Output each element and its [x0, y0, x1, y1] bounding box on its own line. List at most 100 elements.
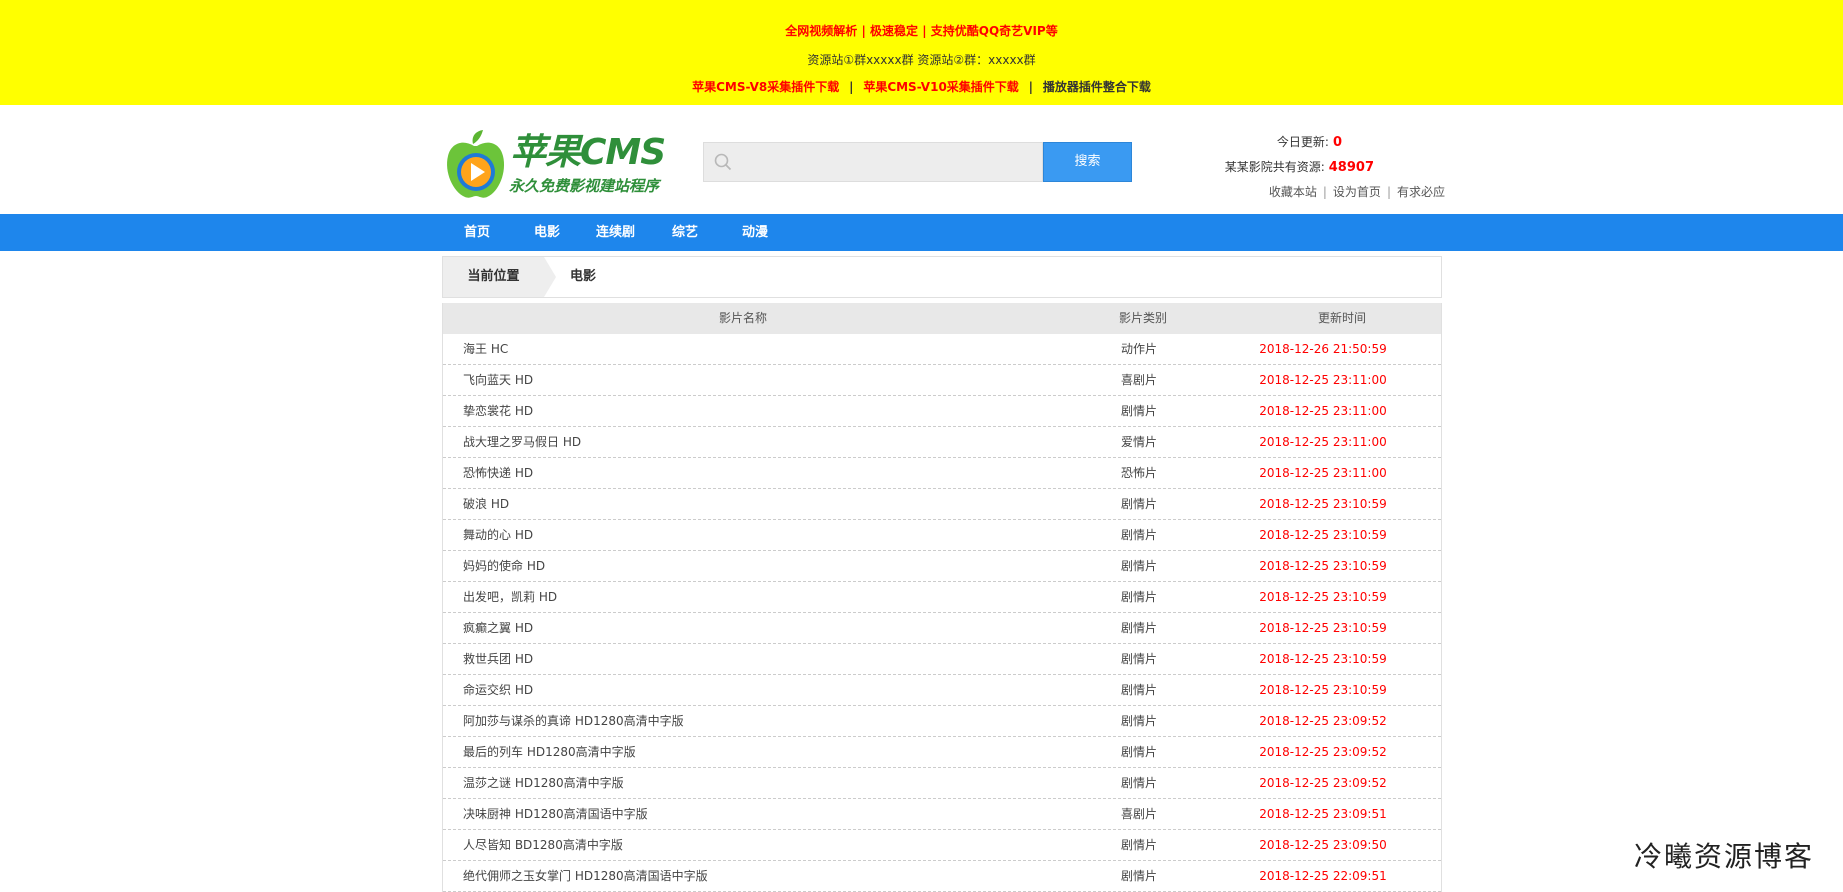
movie-title-link[interactable]: 阿加莎与谋杀的真谛 HD1280高清中字版	[463, 706, 684, 737]
nav-item-home[interactable]: 首页	[464, 214, 490, 251]
update-time: 2018-12-26 21:50:59	[1259, 342, 1387, 356]
download-v10-link[interactable]: 苹果CMS-V10采集插件下载	[863, 80, 1019, 94]
link-separator: |	[849, 80, 854, 94]
movie-category: 动作片	[1120, 342, 1157, 356]
table-row: 决味厨神 HD1280高清国语中字版 喜剧片 2018-12-25 23:09:51	[443, 799, 1441, 830]
movie-title-link[interactable]: 绝代佣师之玉女掌门 HD1280高清国语中字版	[463, 861, 708, 892]
table-row: 救世兵团 HD 剧情片 2018-12-25 23:10:59	[443, 644, 1441, 675]
search-input[interactable]	[740, 149, 1039, 177]
update-time: 2018-12-25 23:09:52	[1259, 745, 1387, 759]
today-label: 今日更新:	[1276, 135, 1329, 149]
set-homepage-link[interactable]: 设为首页	[1333, 185, 1381, 199]
bookmark-link[interactable]: 收藏本站	[1269, 185, 1317, 199]
table-row: 命运交织 HD 剧情片 2018-12-25 23:10:59	[443, 675, 1441, 706]
search-box	[703, 142, 1043, 182]
table-row: 挚恋裳花 HD 剧情片 2018-12-25 23:11:00	[443, 396, 1441, 427]
movie-category: 剧情片	[1120, 683, 1157, 697]
quick-links: 收藏本站 | 设为首页 | 有求必应	[1268, 185, 1445, 199]
top-banner: 全网视频解析 | 极速稳定 | 支持优酷QQ奇艺VIP等 资源站①群xxxxx群…	[0, 0, 1843, 105]
update-time: 2018-12-25 23:11:00	[1259, 435, 1387, 449]
movie-title-link[interactable]: 出发吧，凯莉 HD	[463, 582, 557, 613]
nav-item-series[interactable]: 连续剧	[596, 214, 635, 251]
movie-title-link[interactable]: 妈妈的使命 HD	[463, 551, 545, 582]
update-time: 2018-12-25 23:10:59	[1259, 621, 1387, 635]
site-logo[interactable]: 苹果CMS 永久免费影视建站程序	[443, 130, 683, 202]
movie-category: 剧情片	[1120, 838, 1157, 852]
update-time: 2018-12-25 23:09:52	[1259, 714, 1387, 728]
movie-title-link[interactable]: 人尽皆知 BD1280高清中字版	[463, 830, 623, 861]
movie-title-link[interactable]: 舞动的心 HD	[463, 520, 533, 551]
movie-title-link[interactable]: 命运交织 HD	[463, 675, 533, 706]
movie-title-link[interactable]: 挚恋裳花 HD	[463, 396, 533, 427]
table-row: 疯癫之翼 HD 剧情片 2018-12-25 23:10:59	[443, 613, 1441, 644]
movie-category: 剧情片	[1120, 621, 1157, 635]
movie-category: 剧情片	[1120, 404, 1157, 418]
update-time: 2018-12-25 23:10:59	[1259, 652, 1387, 666]
total-resources: 某某影院共有资源: 48907	[1200, 157, 1445, 182]
watermark: 冷曦资源博客	[1634, 840, 1815, 873]
logo-title: 苹果CMS	[510, 132, 666, 173]
table-row: 海王 HC 动作片 2018-12-26 21:50:59	[443, 334, 1441, 365]
movie-title-link[interactable]: 救世兵团 HD	[463, 644, 533, 675]
total-label: 某某影院共有资源:	[1224, 160, 1325, 174]
today-updates: 今日更新: 0	[1200, 132, 1445, 157]
table-row: 舞动的心 HD 剧情片 2018-12-25 23:10:59	[443, 520, 1441, 551]
banner-headline: 全网视频解析 | 极速稳定 | 支持优酷QQ奇艺VIP等	[785, 24, 1058, 38]
player-plugin-link[interactable]: 播放器插件整合下载	[1043, 80, 1151, 94]
search-button[interactable]: 搜索	[1043, 142, 1132, 182]
nav-item-anime[interactable]: 动漫	[742, 214, 768, 251]
update-time: 2018-12-25 23:11:00	[1259, 466, 1387, 480]
banner-group-info: 资源站①群xxxxx群 资源站②群：xxxxx群	[807, 53, 1036, 67]
table-row: 恐怖快递 HD 恐怖片 2018-12-25 23:11:00	[443, 458, 1441, 489]
movie-category: 剧情片	[1120, 528, 1157, 542]
table-row: 战大理之罗马假日 HD 爱情片 2018-12-25 23:11:00	[443, 427, 1441, 458]
movie-title-link[interactable]: 决味厨神 HD1280高清国语中字版	[463, 799, 648, 830]
movie-title-link[interactable]: 海王 HC	[463, 334, 508, 365]
table-header: 影片名称 影片类别 更新时间	[443, 303, 1441, 334]
update-time: 2018-12-25 23:10:59	[1259, 590, 1387, 604]
movie-title-link[interactable]: 恐怖快递 HD	[463, 458, 533, 489]
download-v8-link[interactable]: 苹果CMS-V8采集插件下载	[692, 80, 839, 94]
table-row: 出发吧，凯莉 HD 剧情片 2018-12-25 23:10:59	[443, 582, 1441, 613]
movie-title-link[interactable]: 温莎之谜 HD1280高清中字版	[463, 768, 624, 799]
movie-category: 剧情片	[1120, 559, 1157, 573]
movie-title-link[interactable]: 破浪 HD	[463, 489, 509, 520]
movie-title-link[interactable]: 飞向蓝天 HD	[463, 365, 533, 396]
table-row: 妈妈的使命 HD 剧情片 2018-12-25 23:10:59	[443, 551, 1441, 582]
update-time: 2018-12-25 23:09:52	[1259, 776, 1387, 790]
total-count: 48907	[1328, 160, 1374, 175]
table-row: 绝代佣师之玉女掌门 HD1280高清国语中字版 剧情片 2018-12-25 22:…	[443, 861, 1441, 892]
update-time: 2018-12-25 22:09:51	[1259, 869, 1387, 883]
breadcrumb-current[interactable]: 电影	[570, 257, 596, 297]
site-stats: 今日更新: 0 某某影院共有资源: 48907 收藏本站 | 设为首页 | 有求必应	[1200, 132, 1445, 207]
update-time: 2018-12-25 23:10:59	[1259, 497, 1387, 511]
update-time: 2018-12-25 23:10:59	[1259, 683, 1387, 697]
update-time: 2018-12-25 23:09:50	[1259, 838, 1387, 852]
today-count: 0	[1332, 135, 1342, 150]
table-row: 人尽皆知 BD1280高清中字版 剧情片 2018-12-25 23:09:50	[443, 830, 1441, 861]
update-time: 2018-12-25 23:10:59	[1259, 528, 1387, 542]
nav-item-movies[interactable]: 电影	[534, 214, 560, 251]
header-updated: 更新时间	[1318, 311, 1367, 325]
header-category: 影片类别	[1119, 311, 1168, 325]
movie-category: 剧情片	[1120, 497, 1157, 511]
table-row: 破浪 HD 剧情片 2018-12-25 23:10:59	[443, 489, 1441, 520]
table-row: 阿加莎与谋杀的真谛 HD1280高清中字版 剧情片 2018-12-25 23:09…	[443, 706, 1441, 737]
apple-play-icon	[447, 130, 505, 198]
movie-title-link[interactable]: 疯癫之翼 HD	[463, 613, 533, 644]
logo-subtitle: 永久免费影视建站程序	[509, 177, 660, 195]
movie-category: 剧情片	[1120, 776, 1157, 790]
update-time: 2018-12-25 23:09:51	[1259, 807, 1387, 821]
movie-category: 喜剧片	[1120, 373, 1157, 387]
header-title: 影片名称	[719, 311, 768, 325]
table-row: 飞向蓝天 HD 喜剧片 2018-12-25 23:11:00	[443, 365, 1441, 396]
movie-title-link[interactable]: 战大理之罗马假日 HD	[463, 427, 581, 458]
request-link[interactable]: 有求必应	[1397, 185, 1445, 199]
breadcrumb-arrow	[544, 257, 556, 297]
search-icon	[714, 153, 732, 171]
link-separator: |	[1028, 80, 1034, 94]
movie-category: 喜剧片	[1120, 807, 1157, 821]
update-time: 2018-12-25 23:10:59	[1259, 559, 1387, 573]
nav-item-variety[interactable]: 综艺	[672, 214, 698, 251]
movie-title-link[interactable]: 最后的列车 HD1280高清中字版	[463, 737, 636, 768]
